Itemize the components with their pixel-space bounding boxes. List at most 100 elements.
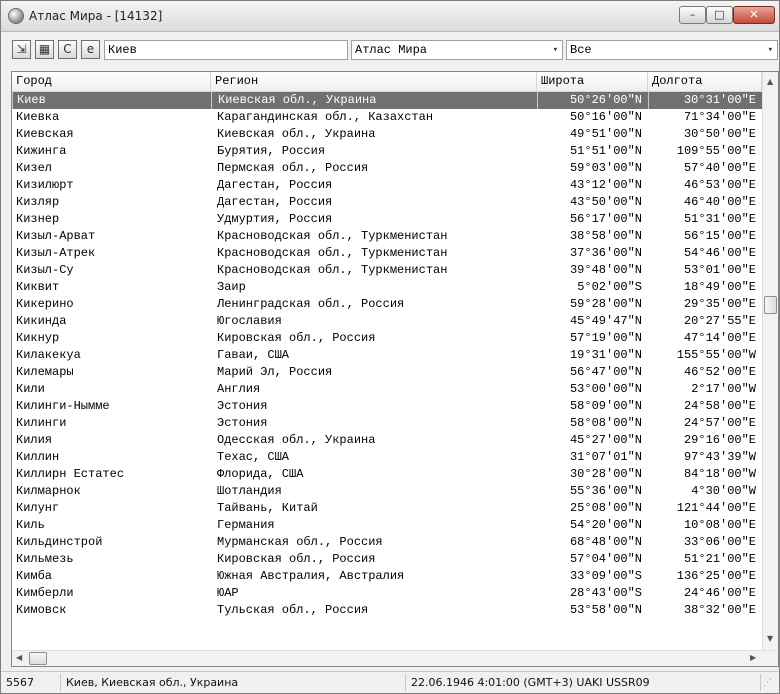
table-row[interactable]: Килунг Тайвань, Китай 25°08'00"N 121°44'00"… [12,500,762,517]
longitude-cell: 30°31'00"E [648,92,762,109]
table-row[interactable]: Киев Киевская обл., Украина 50°26'00"N 30°3… [12,92,762,109]
maximize-button[interactable]: □ [706,6,733,24]
table-row[interactable]: Килемары Марий Эл, Россия 56°47'00"N 46°52'… [12,364,762,381]
table-row[interactable]: Кизыл-Арват Красноводская обл., Туркменис… [12,228,762,245]
latitude-cell: 51°51'00"N [569,144,642,158]
table-row[interactable]: Кикнур Кировская обл., Россия 57°19'00"N 47… [12,330,762,347]
table-row[interactable]: Киль Германия 54°20'00"N 10°08'00"E [12,517,762,534]
table-row[interactable]: Кизилюрт Дагестан, Россия 43°12'00"N 46°53'… [12,177,762,194]
table-row[interactable]: Кимберли ЮАР 28°43'00"S 24°46'00"E [12,585,762,602]
column-header-latitude[interactable]: Широта [537,72,648,92]
region-cell: Ленинградская обл., Россия [217,297,405,311]
latitude-cell: 45°27'00"N [569,433,642,447]
search-input[interactable]: Киев [104,40,348,60]
longitude-cell: 10°08'00"E [683,518,756,532]
table-row[interactable]: Киллин Техас, США 31°07'01"N 97°43'39"W [12,449,762,466]
chevron-down-icon[interactable]: ▾ [768,41,773,59]
region-cell: Англия [217,382,261,396]
city-cell: Кильмезь [16,552,74,566]
table-row[interactable]: Кильмезь Кировская обл., Россия 57°04'00"N… [12,551,762,568]
globe-icon [8,8,24,24]
city-cell: Киллин [16,450,60,464]
column-header-region[interactable]: Регион [211,72,537,92]
longitude-cell: 29°35'00"E [683,297,756,311]
table-row[interactable]: Килинги Эстония 58°08'00"N 24°57'00"E [12,415,762,432]
latitude-cell: 56°17'00"N [569,212,642,226]
table-row[interactable]: Килинги-Нымме Эстония 58°09'00"N 24°58'00"E [12,398,762,415]
table-row[interactable]: Кизыл-Атрек Красноводская обл., Туркменис… [12,245,762,262]
chevron-down-icon[interactable]: ▾ [553,41,558,59]
scroll-up-icon[interactable]: ▲ [767,77,773,86]
column-header-longitude[interactable]: Долгота [648,72,762,92]
scroll-right-icon[interactable]: ▶ [750,653,756,662]
calculator-icon[interactable]: ▦ [35,40,54,59]
table-row[interactable]: Кизел Пермская обл., Россия 59°03'00"N 57°4… [12,160,762,177]
latitude-cell: 38°58'00"N [569,229,642,243]
latitude-cell: 58°09'00"N [569,399,642,413]
table-row[interactable]: Килмарнок Шотландия 55°36'00"N 4°30'00"W [12,483,762,500]
city-cell: Киллирн Естатес [16,467,125,481]
table-row[interactable]: Килия Одесская обл., Украина 45°27'00"N 29°… [12,432,762,449]
close-button[interactable]: ✕ [733,6,775,24]
region-cell: Бурятия, Россия [217,144,326,158]
table-row[interactable]: Кижинга Бурятия, Россия 51°51'00"N 109°55'0… [12,143,762,160]
city-cell: Килунг [16,501,60,515]
column-header-city[interactable]: Город [12,72,211,92]
region-cell: Гаваи, США [217,348,290,362]
filter-select[interactable]: Все ▾ [566,40,778,60]
scroll-down-icon[interactable]: ▼ [767,634,773,643]
latitude-cell: 19°31'00"N [569,348,642,362]
table-row[interactable]: Кимба Южная Австралия, Австралия 33°09'00"… [12,568,762,585]
region-cell: Одесская обл., Украина [217,433,376,447]
table-row[interactable]: Кили Англия 53°00'00"N 2°17'00"W [12,381,762,398]
city-cell: Киевка [16,110,60,124]
longitude-cell: 109°55'00"E [676,144,756,158]
browser-icon[interactable]: e [81,40,100,59]
resize-grip-icon[interactable]: ⋰ [763,678,772,688]
region-cell: Дагестан, Россия [217,178,333,192]
latitude-cell: 53°00'00"N [569,382,642,396]
table-row[interactable]: Килакекуа Гаваи, США 19°31'00"N 155°55'00"W [12,347,762,364]
title-bar[interactable]: Атлас Мира - [14132] – □ ✕ [1,1,779,32]
city-cell: Килемары [16,365,74,379]
city-cell: Кизилюрт [16,178,74,192]
latitude-cell: 5°02'00"S [577,280,642,294]
city-cell: Килакекуа [16,348,81,362]
longitude-cell: 20°27'55"E [683,314,756,328]
table-row[interactable]: Кикерино Ленинградская обл., Россия 59°28'… [12,296,762,313]
latitude-cell: 39°48'00"N [569,263,642,277]
table-row[interactable]: Киллирн Естатес Флорида, США 30°28'00"N 84°… [12,466,762,483]
table-row[interactable]: Киевка Карагандинская обл., Казахстан 50°1… [12,109,762,126]
city-cell: Кимба [16,569,53,583]
table-row[interactable]: Кизляр Дагестан, Россия 43°50'00"N 46°40'00… [12,194,762,211]
table-row[interactable]: Кикинда Югославия 45°49'47"N 20°27'55"E [12,313,762,330]
longitude-cell: 24°57'00"E [683,416,756,430]
vertical-scrollbar[interactable]: ▲ ▼ [762,72,778,650]
region-cell: Флорида, США [217,467,304,481]
latitude-cell: 68°48'00"N [569,535,642,549]
longitude-cell: 47°14'00"E [683,331,756,345]
filter-select-value: Все [570,43,592,57]
table-row[interactable]: Кизнер Удмуртия, Россия 56°17'00"N 51°31'00… [12,211,762,228]
latitude-cell: 33°09'00"S [569,569,642,583]
region-cell: Шотландия [217,484,282,498]
atlas-select[interactable]: Атлас Мира ▾ [351,40,563,60]
scroll-left-icon[interactable]: ◀ [16,653,22,662]
table-row[interactable]: Кильдинстрой Мурманская обл., Россия 68°48… [12,534,762,551]
minimize-button[interactable]: – [679,6,706,24]
region-cell: Эстония [217,416,268,430]
horizontal-scroll-thumb[interactable] [29,652,47,665]
city-cell: Киль [16,518,45,532]
table-row[interactable]: Кимовск Тульская обл., Россия 53°58'00"N 38… [12,602,762,619]
window-title: Атлас Мира - [14132] [29,9,163,23]
app-window: Атлас Мира - [14132] – □ ✕ ⇲ ▦ C e Киев … [0,0,780,694]
status-location: Киев, Киевская обл., Украина [61,674,406,691]
c-icon[interactable]: C [58,40,77,59]
horizontal-scrollbar[interactable]: ◀ ▶ [12,650,778,666]
table-row[interactable]: Кизыл-Су Красноводская обл., Туркменистан… [12,262,762,279]
table-row[interactable]: Киевская Киевская обл., Украина 49°51'00"N… [12,126,762,143]
vertical-scroll-thumb[interactable] [764,296,777,314]
table-row[interactable]: Киквит Заир 5°02'00"S 18°49'00"E [12,279,762,296]
export-icon[interactable]: ⇲ [12,40,31,59]
region-cell: Южная Австралия, Австралия [217,569,405,583]
